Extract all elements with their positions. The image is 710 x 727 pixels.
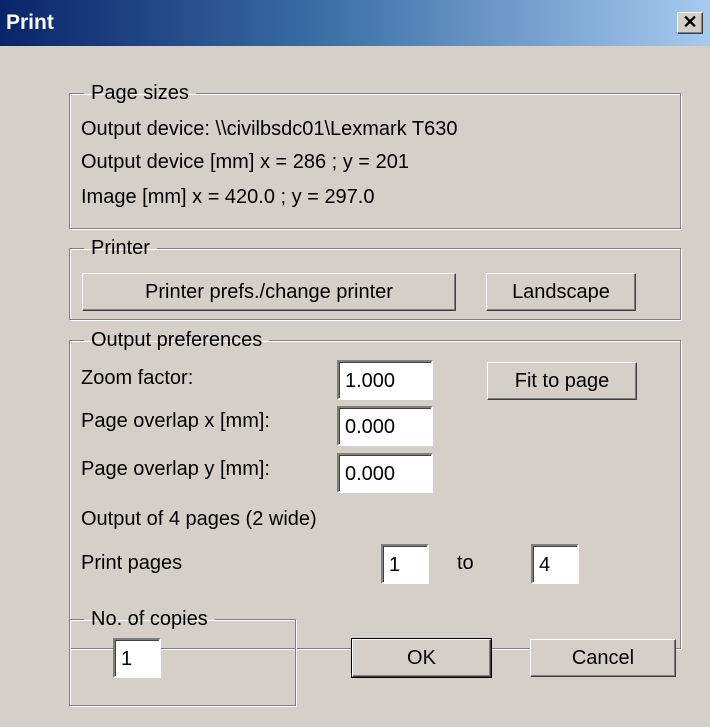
print-pages-from-input[interactable] (381, 544, 429, 584)
printer-legend: Printer (91, 237, 150, 259)
window-title: Print (6, 11, 54, 34)
close-button[interactable]: ✕ (677, 12, 703, 34)
image-size-text: Image [mm] x = 420.0 ; y = 297.0 (81, 186, 375, 208)
close-icon: ✕ (682, 12, 698, 32)
printer-prefs-button[interactable]: Printer prefs./change printer (82, 273, 456, 311)
ok-button[interactable]: OK (351, 638, 492, 678)
title-bar[interactable]: Print ✕ (0, 0, 710, 46)
copies-legend: No. of copies (91, 608, 208, 630)
page-overlap-x-label: Page overlap x [mm]: (81, 410, 270, 432)
cancel-button[interactable]: Cancel (530, 639, 676, 677)
dialog-body: Page sizes Output device: \\civilbsdc01\… (0, 46, 710, 727)
page-overlap-y-input[interactable] (337, 453, 433, 493)
to-label: to (457, 552, 474, 574)
zoom-factor-label: Zoom factor: (81, 367, 194, 389)
copies-group: No. of copies (69, 608, 296, 706)
output-preferences-legend: Output preferences (91, 329, 263, 351)
zoom-factor-input[interactable] (337, 360, 433, 400)
print-pages-to-input[interactable] (531, 544, 579, 584)
fit-to-page-button[interactable]: Fit to page (487, 362, 637, 400)
output-device-text: Output device: \\civilbsdc01\Lexmark T63… (81, 118, 458, 140)
copies-input[interactable] (113, 638, 161, 678)
page-overlap-x-input[interactable] (337, 406, 433, 446)
output-pages-info: Output of 4 pages (2 wide) (81, 508, 317, 530)
print-pages-label: Print pages (81, 552, 183, 574)
page-overlap-y-label: Page overlap y [mm]: (81, 458, 270, 480)
page-sizes-legend: Page sizes (91, 82, 189, 104)
landscape-button[interactable]: Landscape (486, 273, 636, 311)
output-device-size-text: Output device [mm] x = 286 ; y = 201 (81, 151, 409, 173)
